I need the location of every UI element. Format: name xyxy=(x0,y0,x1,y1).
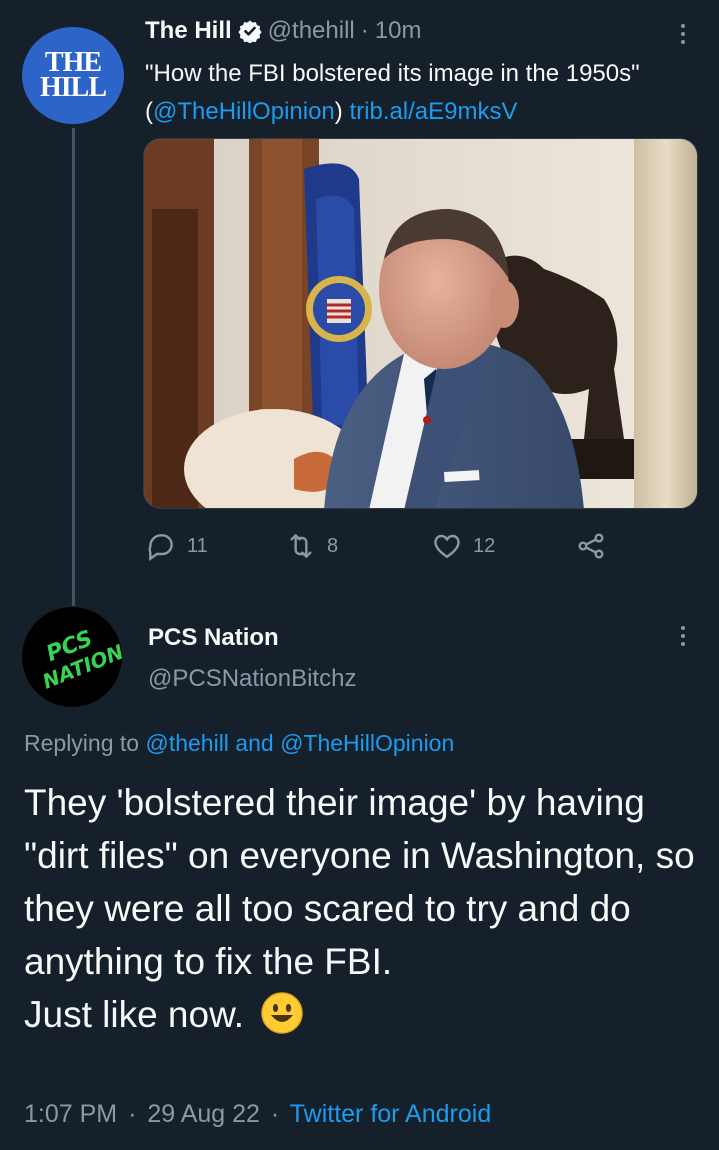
reply-tweet-text: They 'bolstered their image' by having "… xyxy=(24,776,704,1041)
reply-date[interactable]: 29 Aug 22 xyxy=(147,1100,260,1128)
photo-of-man-in-suit-with-flag xyxy=(144,139,697,508)
meta-separator: · xyxy=(360,17,369,44)
replying-prefix: Replying to xyxy=(24,730,146,756)
pcs-nation-logo: PCS NATION xyxy=(39,626,122,693)
reply-more-options-icon[interactable] xyxy=(679,626,687,646)
parent-time-ago[interactable]: 10m xyxy=(375,17,422,45)
replying-targets-link[interactable]: @thehill and @TheHillOpinion xyxy=(145,730,454,756)
smiley-emoji xyxy=(261,992,304,1034)
avatar-text-line2: HILL xyxy=(39,71,107,103)
parent-url-link[interactable]: trib.al/aE9mksV xyxy=(349,98,517,125)
reply-bubble-icon xyxy=(148,534,173,561)
reply-text-line2-wrap: Just like now. xyxy=(24,988,704,1041)
reply-text-line2: Just like now. xyxy=(24,994,245,1035)
reply-time[interactable]: 1:07 PM xyxy=(24,1100,117,1128)
reply-display-name[interactable]: PCS Nation xyxy=(148,624,279,652)
replying-to-line: Replying to @thehill and @TheHillOpinion xyxy=(24,730,454,757)
parent-more-options-icon[interactable] xyxy=(679,24,687,44)
reply-meta-line: 1:07 PM · 29 Aug 22 · Twitter for Androi… xyxy=(24,1100,491,1129)
share-button[interactable] xyxy=(575,530,617,562)
reply-button[interactable]: 11 xyxy=(145,530,208,562)
parent-tweet-header: The Hill @thehill · 10m xyxy=(145,17,421,45)
parent-tweet-image[interactable] xyxy=(143,138,698,509)
like-count: 12 xyxy=(473,534,496,557)
meta-separator: · xyxy=(128,1100,137,1128)
parent-mention-link[interactable]: @TheHillOpinion xyxy=(153,98,335,125)
retweet-icon xyxy=(290,534,312,558)
pcs-nation-avatar[interactable]: PCS NATION xyxy=(22,607,122,707)
share-icon xyxy=(578,533,604,559)
retweet-button[interactable]: 8 xyxy=(285,530,338,562)
the-hill-avatar[interactable]: THE HILL xyxy=(22,27,124,124)
meta-separator: · xyxy=(270,1100,280,1128)
retweet-count: 8 xyxy=(327,534,339,557)
reply-handle[interactable]: @PCSNationBitchz xyxy=(148,665,356,693)
reply-text-body: They 'bolstered their image' by having "… xyxy=(24,782,695,982)
parent-display-name[interactable]: The Hill xyxy=(145,17,232,45)
like-button[interactable]: 12 xyxy=(431,530,495,562)
thread-connector-line xyxy=(72,128,75,606)
heart-icon xyxy=(434,534,460,559)
parent-text-after: ) xyxy=(334,98,350,125)
reply-count: 11 xyxy=(187,534,208,557)
parent-handle[interactable]: @thehill xyxy=(268,17,355,45)
parent-tweet-text: "How the FBI bolstered its image in the … xyxy=(145,55,705,131)
verified-badge-icon xyxy=(238,20,262,43)
reply-source-link[interactable]: Twitter for Android xyxy=(290,1100,491,1128)
